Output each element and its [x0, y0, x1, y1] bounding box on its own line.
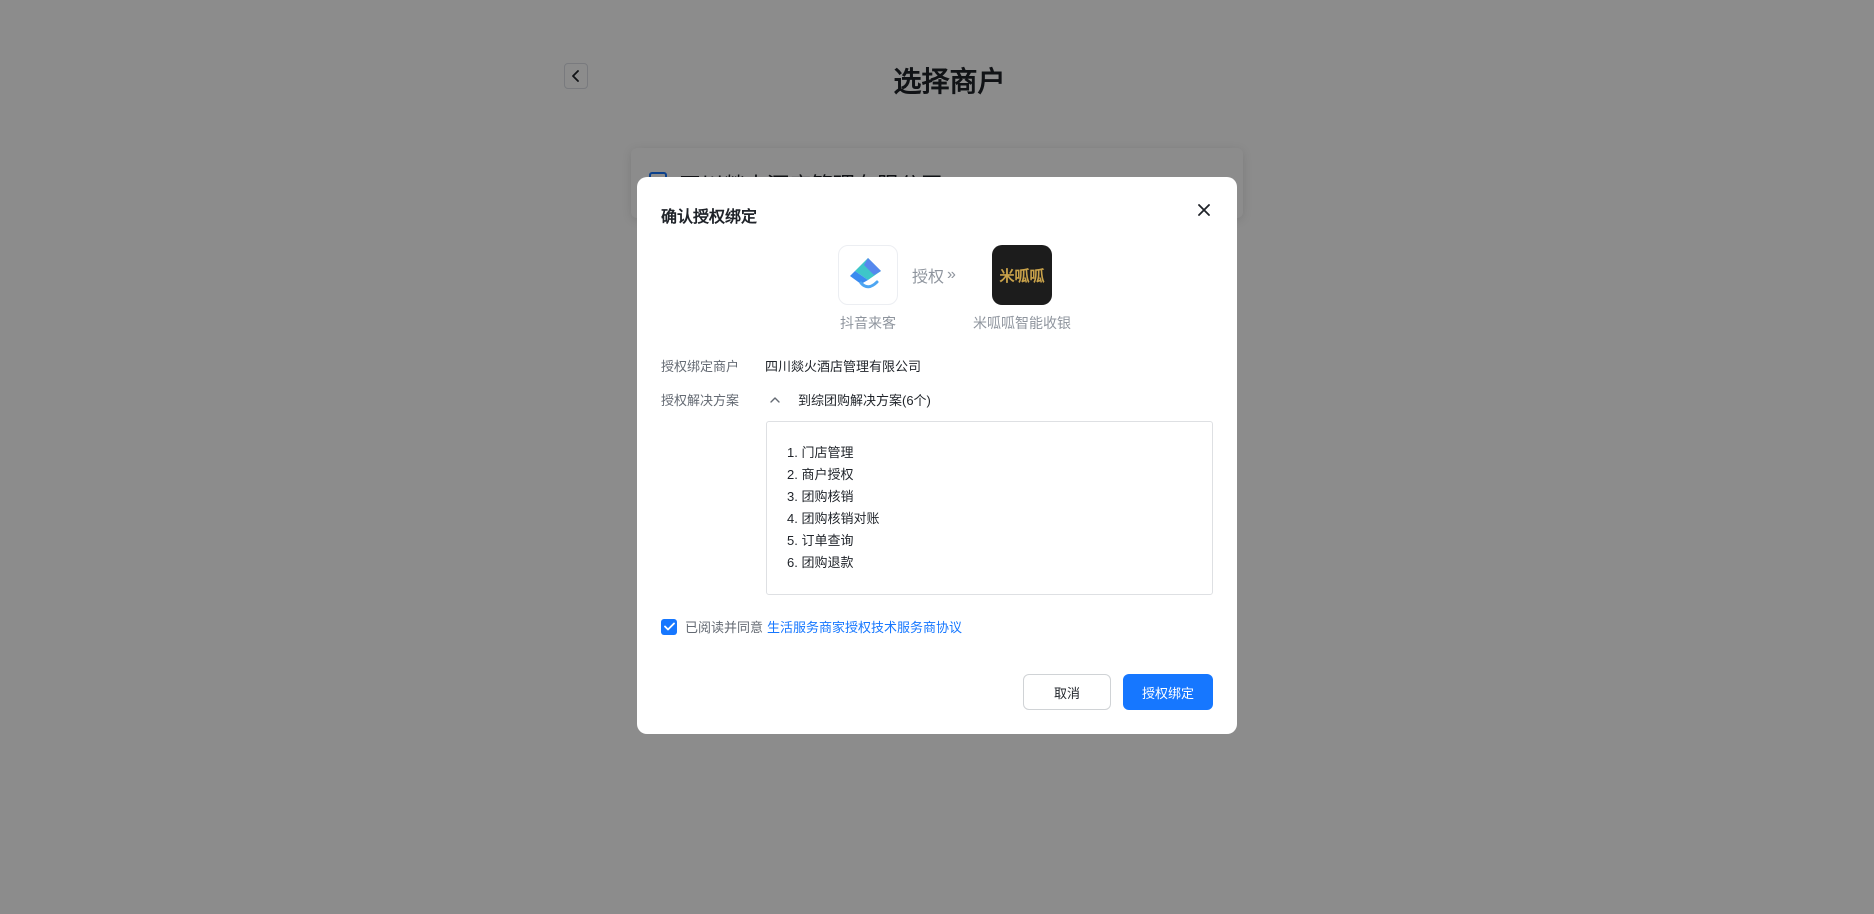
agree-checkbox[interactable] — [661, 618, 677, 635]
feature-list: 1. 门店管理 2. 商户授权 3. 团购核销 4. 团购核销对账 5. 订单查… — [766, 421, 1213, 595]
douyin-laike-logo-icon — [838, 245, 898, 305]
list-item: 4. 团购核销对账 — [787, 511, 880, 526]
target-app: 米呱呱 米呱呱智能收银 — [957, 245, 1087, 333]
close-icon — [1198, 204, 1210, 216]
list-item: 3. 团购核销 — [787, 489, 854, 504]
collapse-toggle[interactable] — [768, 393, 782, 407]
solution-value: 到综团购解决方案(6个) — [798, 393, 931, 408]
agreement-link[interactable]: 生活服务商家授权技术服务商协议 — [767, 617, 962, 636]
close-button[interactable] — [1193, 199, 1215, 221]
merchant-value: 四川燚火酒店管理有限公司 — [765, 359, 922, 374]
source-app: 抖音来客 — [821, 245, 915, 333]
double-chevron-right-icon: » — [947, 266, 956, 283]
list-item: 6. 团购退款 — [787, 555, 854, 570]
check-icon — [663, 622, 675, 631]
confirm-bind-button[interactable]: 授权绑定 — [1123, 674, 1213, 710]
source-app-name: 抖音来客 — [840, 315, 896, 331]
svg-text:米呱呱: 米呱呱 — [999, 267, 1045, 285]
auth-flow: 抖音来客 授权 » 米呱呱 米呱呱智能收银 — [637, 245, 1237, 335]
list-item: 2. 商户授权 — [787, 467, 854, 482]
list-item: 1. 门店管理 — [787, 445, 854, 460]
merchant-label: 授权绑定商户 — [661, 359, 740, 374]
miguagua-logo-icon: 米呱呱 — [992, 245, 1052, 305]
dialog-title: 确认授权绑定 — [661, 209, 758, 226]
cancel-button[interactable]: 取消 — [1023, 674, 1111, 710]
confirm-auth-dialog: 确认授权绑定 抖音来客 授权 » 米呱呱 米呱呱智能收银 授权绑定商户 四川燚火… — [637, 177, 1237, 734]
agreement-row: 已阅读并同意 生活服务商家授权技术服务商协议 — [661, 617, 962, 636]
list-item: 5. 订单查询 — [787, 533, 854, 548]
target-app-name: 米呱呱智能收银 — [973, 315, 1071, 331]
solution-label: 授权解决方案 — [661, 393, 740, 408]
auth-label: 授权 — [912, 269, 945, 286]
auth-arrow: 授权 » — [912, 263, 956, 287]
agree-text: 已阅读并同意 — [685, 620, 764, 635]
chevron-up-icon — [770, 397, 780, 403]
